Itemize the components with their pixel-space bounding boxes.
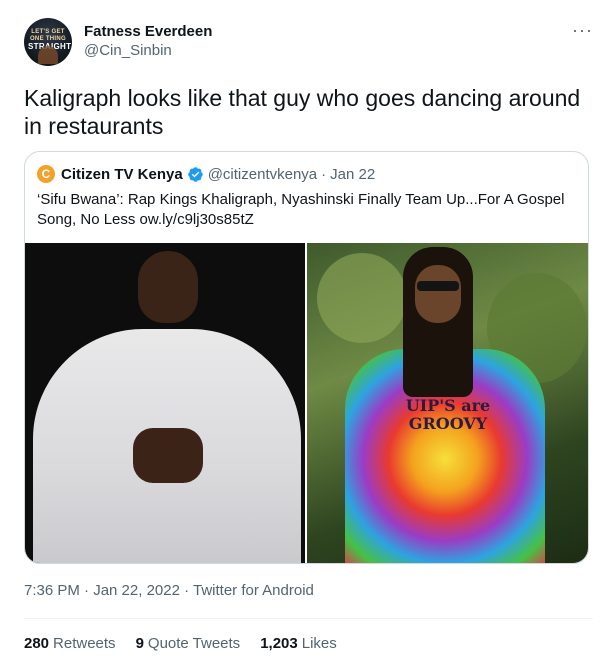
avatar-figure (38, 46, 58, 64)
quote-image[interactable]: UIP'S are GROOVY (25, 243, 588, 563)
photo-nyashinski: UIP'S are GROOVY (307, 243, 588, 563)
likes-count: 1,203 (260, 635, 298, 652)
more-options-icon[interactable]: ··· (572, 20, 593, 41)
author-handle[interactable]: @Cin_Sinbin (84, 41, 212, 60)
quote-author-handle: @citizentvkenya (207, 165, 318, 183)
tweet-stats: 280 Retweets 9 Quote Tweets 1,203 Likes (24, 635, 357, 652)
photo-right-face (415, 265, 461, 323)
tweet: LET'S GET ONE THING STRAIGHT Fatness Eve… (0, 0, 611, 663)
quote-header: C Citizen TV Kenya @citizentvkenya · Jan… (37, 164, 576, 184)
retweets-count: 280 (24, 635, 50, 652)
retweets-label: Retweets (53, 635, 116, 652)
verified-badge-icon (187, 166, 203, 182)
author-display-name[interactable]: Fatness Everdeen (84, 22, 212, 41)
avatar[interactable]: LET'S GET ONE THING STRAIGHT (24, 18, 72, 66)
photo-right-foliage (317, 253, 407, 343)
quote-avatar: C (37, 165, 55, 183)
photo-right-sunglasses (417, 281, 459, 291)
photo-left-hands (133, 428, 203, 483)
tweet-text: Kaligraph looks like that guy who goes d… (24, 85, 581, 139)
quote-text: ‘Sifu Bwana’: Rap Kings Khaligraph, Nyas… (37, 191, 565, 228)
divider (24, 618, 593, 619)
tweet-meta[interactable]: 7:36 PM · Jan 22, 2022 · Twitter for And… (24, 582, 314, 599)
author-names: Fatness Everdeen @Cin_Sinbin (84, 22, 212, 60)
quote-author-name: Citizen TV Kenya (61, 165, 183, 183)
likes-stat[interactable]: 1,203 Likes (260, 635, 337, 652)
retweets-stat[interactable]: 280 Retweets (24, 635, 116, 652)
quote-tweets-label: Quote Tweets (147, 635, 241, 652)
quote-separator: · (321, 165, 327, 183)
quote-tweets-stat[interactable]: 9 Quote Tweets (136, 635, 241, 652)
quote-tweet[interactable]: C Citizen TV Kenya @citizentvkenya · Jan… (24, 151, 589, 564)
photo-khaligraph (25, 243, 305, 563)
tweet-header: LET'S GET ONE THING STRAIGHT Fatness Eve… (24, 18, 593, 70)
quote-date[interactable]: Jan 22 (330, 166, 375, 183)
likes-label: Likes (301, 635, 337, 652)
photo-right-shirt-text: UIP'S are GROOVY (405, 396, 491, 433)
avatar-text-small: LET'S GET ONE THING (29, 29, 67, 42)
photo-left-head (138, 251, 198, 323)
quote-tweets-count: 9 (135, 635, 144, 652)
